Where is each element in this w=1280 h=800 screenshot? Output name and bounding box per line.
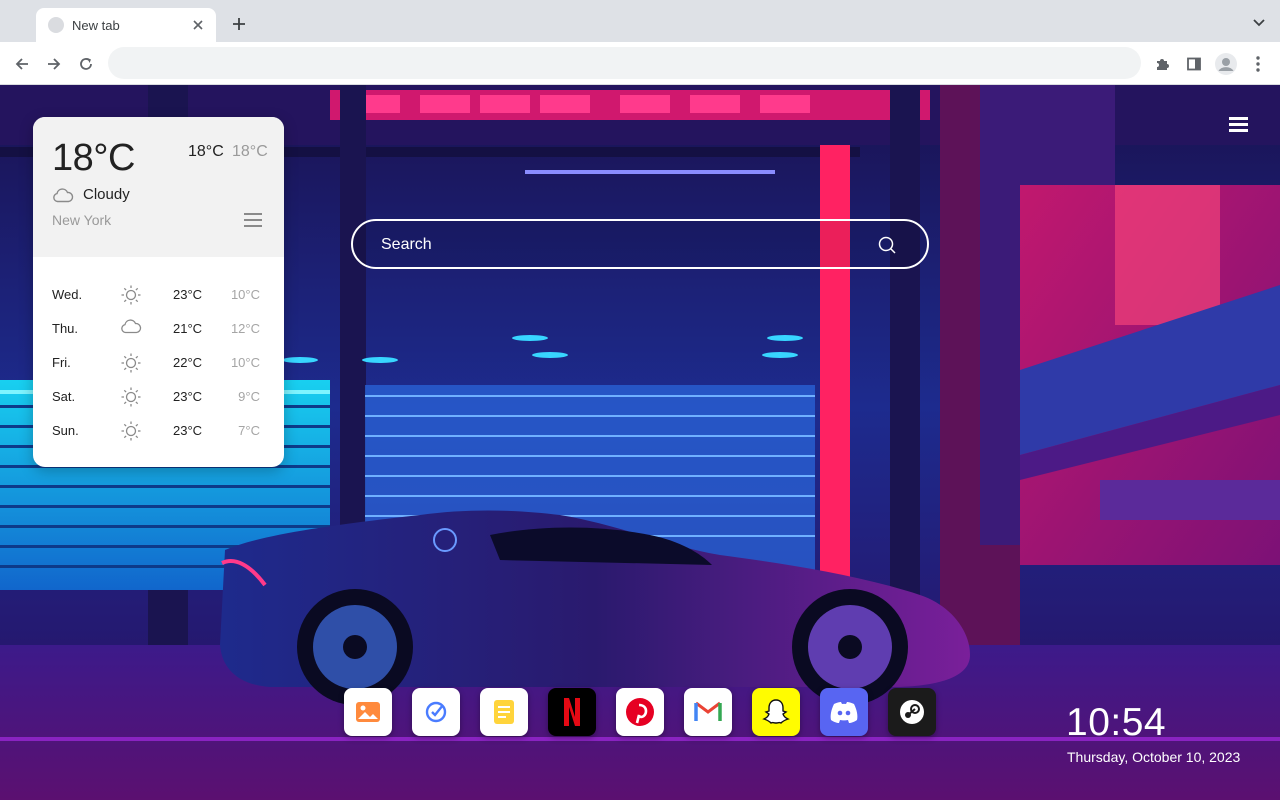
clock-date: Thursday, October 10, 2023 xyxy=(1067,749,1241,765)
notes-icon xyxy=(493,699,515,725)
gmail-icon xyxy=(693,700,723,724)
app-pinterest-button[interactable] xyxy=(616,688,664,736)
app-netflix-button[interactable] xyxy=(548,688,596,736)
app-steam-button[interactable] xyxy=(888,688,936,736)
new-tab-page: 18°C 18°C 18°C Cloudy New York Wed. 23°C 1… xyxy=(0,85,1280,800)
forecast-day: Sat. xyxy=(52,388,76,404)
discord-icon xyxy=(829,700,859,724)
kebab-menu-icon xyxy=(1256,56,1260,72)
tab-new-tab[interactable]: New tab xyxy=(36,8,216,42)
tab-search-button[interactable] xyxy=(1252,15,1268,31)
chevron-down-icon xyxy=(1253,19,1265,27)
photos-icon xyxy=(355,701,381,723)
forward-button[interactable] xyxy=(42,52,66,76)
side-panel-button[interactable] xyxy=(1182,52,1206,76)
forecast-row: Sun. 23°C 7°C xyxy=(33,413,284,447)
search-bar[interactable] xyxy=(351,219,929,269)
current-temperature: 18°C xyxy=(52,137,135,179)
arrow-left-icon xyxy=(15,58,28,70)
extensions-button[interactable] xyxy=(1150,52,1174,76)
steam-icon xyxy=(897,697,927,727)
weather-current: 18°C 18°C 18°C Cloudy New York xyxy=(33,117,284,257)
weather-menu-icon[interactable] xyxy=(244,213,262,229)
app-dock xyxy=(344,688,936,736)
forecast-high: 23°C xyxy=(173,422,203,438)
hamburger-menu-icon[interactable] xyxy=(1229,117,1249,133)
weather-widget[interactable]: 18°C 18°C 18°C Cloudy New York Wed. 23°C 1… xyxy=(33,117,284,467)
address-bar[interactable] xyxy=(108,47,1141,79)
menu-button[interactable] xyxy=(1246,52,1270,76)
new-tab-button[interactable] xyxy=(228,13,250,35)
forecast-day: Wed. xyxy=(52,286,83,302)
forecast-day: Thu. xyxy=(52,320,79,336)
reload-button[interactable] xyxy=(74,52,98,76)
forecast-list: Wed. 23°C 10°C Thu. 21°C 12°C Fri. 22°C 10°C Sat.… xyxy=(33,277,284,447)
forecast-low: 12°C xyxy=(230,320,260,336)
search-input[interactable] xyxy=(381,233,861,257)
forecast-high: 23°C xyxy=(173,388,203,404)
forecast-day: Fri. xyxy=(52,354,71,370)
browser-toolbar xyxy=(0,42,1280,85)
app-discord-button[interactable] xyxy=(820,688,868,736)
plus-icon xyxy=(233,18,245,30)
search-icon[interactable] xyxy=(877,235,897,255)
sun-icon xyxy=(120,352,142,373)
sun-icon xyxy=(120,284,142,305)
forecast-low: 10°C xyxy=(230,354,260,370)
sun-icon xyxy=(120,386,142,407)
netflix-icon xyxy=(562,697,582,727)
forecast-low: 10°C xyxy=(230,286,260,302)
reload-icon xyxy=(80,58,92,70)
cloud-icon xyxy=(120,318,142,338)
snapchat-icon xyxy=(761,697,791,727)
weather-city: New York xyxy=(52,212,112,228)
app-gmail-button[interactable] xyxy=(684,688,732,736)
forecast-row: Fri. 22°C 10°C xyxy=(33,345,284,379)
puzzle-icon xyxy=(1157,59,1169,70)
tasks-icon xyxy=(424,700,448,724)
clock-time: 10:54 xyxy=(1066,701,1167,744)
high-temperature: 18°C xyxy=(188,143,224,160)
app-tasks-button[interactable] xyxy=(412,688,460,736)
app-photos-button[interactable] xyxy=(344,688,392,736)
forecast-low: 7°C xyxy=(238,422,260,438)
forecast-row: Thu. 21°C 12°C xyxy=(33,311,284,345)
back-button[interactable] xyxy=(10,52,34,76)
app-snapchat-button[interactable] xyxy=(752,688,800,736)
forecast-row: Wed. 23°C 10°C xyxy=(33,277,284,311)
cloud-icon xyxy=(53,188,74,203)
avatar-icon xyxy=(1215,53,1237,75)
forecast-row: Sat. 23°C 9°C xyxy=(33,379,284,413)
favicon-icon xyxy=(48,17,64,33)
side-panel-icon xyxy=(1187,57,1201,71)
tab-strip: New tab xyxy=(0,0,1280,42)
low-temperature: 18°C xyxy=(232,143,268,160)
forecast-high: 23°C xyxy=(173,286,203,302)
arrow-right-icon xyxy=(48,58,61,70)
app-notes-button[interactable] xyxy=(480,688,528,736)
forecast-high: 22°C xyxy=(173,354,203,370)
profile-button[interactable] xyxy=(1214,52,1238,76)
forecast-low: 9°C xyxy=(238,388,260,404)
pinterest-icon xyxy=(625,697,655,727)
tab-title: New tab xyxy=(72,17,120,33)
forecast-day: Sun. xyxy=(52,422,79,438)
forecast-high: 21°C xyxy=(173,320,203,336)
sun-icon xyxy=(120,420,142,441)
close-tab-icon[interactable] xyxy=(190,17,206,33)
weather-condition: Cloudy xyxy=(83,186,130,203)
